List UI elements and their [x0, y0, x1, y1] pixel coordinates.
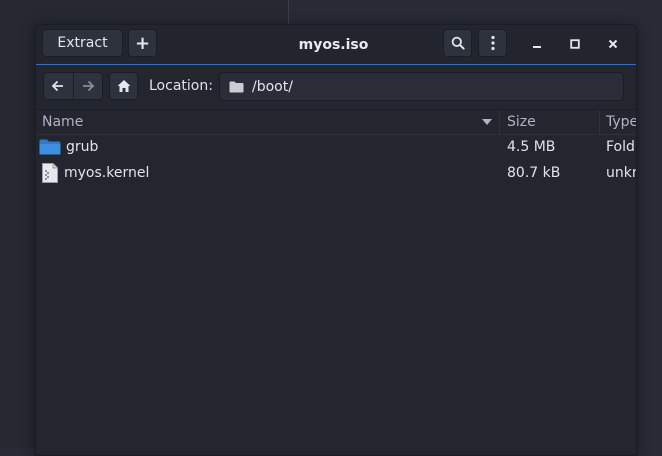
sort-descending-icon — [482, 119, 492, 125]
file-row-myos-kernel[interactable]: myos.kernel 80.7 kB unkn — [36, 160, 636, 186]
extract-button-label: Extract — [57, 35, 108, 51]
search-button[interactable] — [443, 29, 472, 57]
minimize-button[interactable] — [526, 33, 548, 55]
column-name-label: Name — [42, 114, 84, 130]
headerbar: Extract + myos.iso — [36, 25, 636, 65]
extract-button[interactable]: Extract — [42, 29, 123, 57]
file-name-cell: grub — [39, 134, 98, 160]
column-size-label: Size — [507, 114, 536, 130]
file-icon — [42, 163, 58, 183]
close-icon — [608, 39, 618, 49]
column-separator — [599, 110, 600, 134]
file-name: grub — [66, 139, 99, 155]
file-type: unkn — [606, 165, 636, 181]
file-size: 80.7 kB — [507, 165, 561, 181]
window-title: myos.iso — [298, 36, 369, 53]
minimize-icon — [533, 46, 541, 48]
maximize-button[interactable] — [564, 33, 586, 55]
navigation-buttons — [43, 72, 103, 100]
column-header-type[interactable]: Type — [606, 110, 637, 134]
column-header-name[interactable]: Name — [42, 110, 497, 134]
file-list-header: Name Size Type — [36, 110, 636, 135]
file-type: Fold — [606, 139, 635, 155]
plus-icon: + — [134, 32, 151, 54]
add-button[interactable]: + — [128, 29, 157, 57]
back-button[interactable] — [44, 73, 73, 99]
location-label: Location: — [149, 78, 213, 94]
arrow-right-icon — [82, 80, 95, 92]
menu-button[interactable] — [478, 29, 507, 57]
location-path: /boot/ — [252, 78, 293, 95]
close-button[interactable] — [602, 33, 624, 55]
folder-icon — [229, 81, 244, 93]
location-field[interactable]: /boot/ — [219, 72, 624, 101]
forward-button[interactable] — [72, 73, 103, 99]
column-type-label: Type — [606, 114, 637, 130]
folder-icon — [39, 139, 61, 155]
vertical-ellipsis-icon — [490, 35, 495, 51]
arrow-left-icon — [51, 80, 64, 92]
home-icon — [117, 80, 130, 92]
home-button[interactable] — [109, 72, 138, 100]
archive-manager-window: Extract + myos.iso Location: /boot/ Name… — [35, 24, 637, 456]
search-icon — [451, 36, 465, 50]
file-name: myos.kernel — [64, 165, 150, 181]
background-window-edge — [288, 0, 289, 24]
file-size: 4.5 MB — [507, 139, 556, 155]
file-name-cell: myos.kernel — [42, 160, 149, 186]
location-toolbar: Location: /boot/ — [36, 65, 636, 110]
column-header-size[interactable]: Size — [507, 110, 597, 134]
file-row-grub[interactable]: grub 4.5 MB Fold — [36, 134, 636, 160]
maximize-icon — [570, 39, 580, 49]
column-separator — [499, 110, 500, 134]
